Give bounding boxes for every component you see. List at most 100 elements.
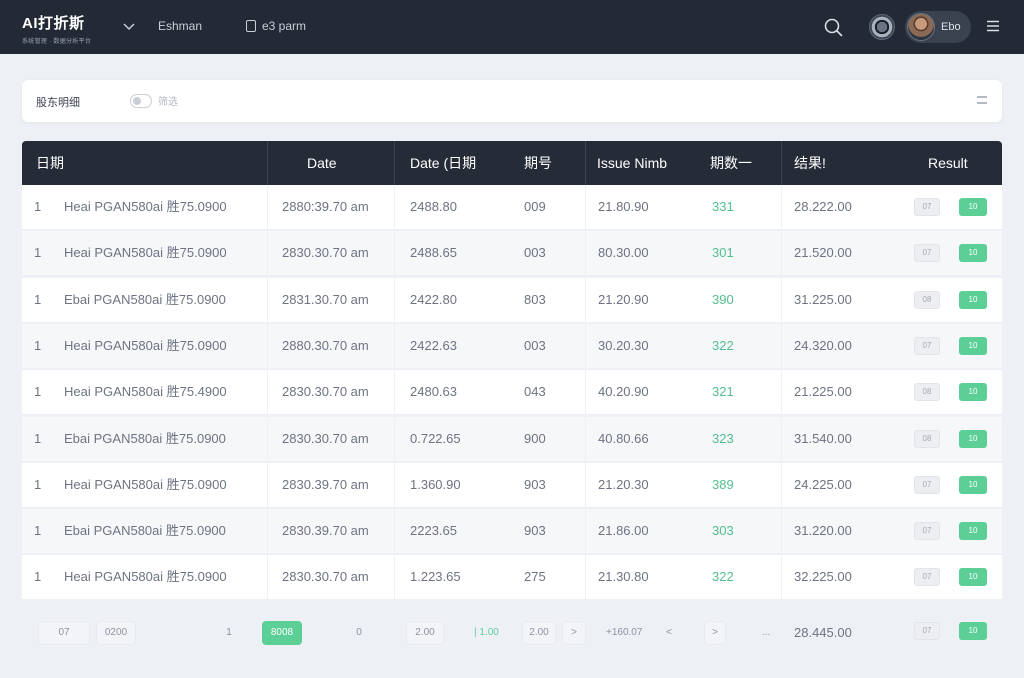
row-issue: 40.80.66 [598,430,649,446]
confirm-button[interactable]: 10 [959,336,987,355]
column-divider [394,231,395,276]
confirm-button[interactable]: 10 [959,568,987,587]
chevron-down-icon[interactable] [122,19,136,33]
confirm-button[interactable]: 10 [959,290,987,309]
table-row[interactable]: 1 Heai PGAN580ai 胜75.4900 2830.30.70 am 248… [22,370,1002,415]
column-header[interactable]: Date [307,141,337,185]
row-index: 1 [34,199,42,214]
page-button-active[interactable]: 8008 [262,621,302,645]
table-row[interactable]: 1 Heai PGAN580ai 胜75.0900 2830.30.70 am 1.2… [22,555,1002,600]
table-row[interactable]: 1 Ebai PGAN580ai 胜75.0900 2830.30.70 am 0.7… [22,416,1002,461]
confirm-button[interactable]: 10 [959,429,987,448]
more-pages-button[interactable]: ... [752,621,780,645]
nav-item-parm[interactable]: e3 parm [246,19,306,33]
table-row[interactable]: 1 Heai PGAN580ai 胜75.0900 2830.30.70 am 248… [22,231,1002,276]
view-button[interactable]: 07 [914,568,940,587]
row-date: 2830.30.70 am [282,245,369,261]
row-number: 900 [524,430,546,446]
nav-item-eshman[interactable]: Eshman [158,19,202,33]
row-count: 389 [712,476,734,492]
page-size-select[interactable]: 07 [38,621,90,645]
row-date: 2830.30.70 am [282,430,369,446]
confirm-button[interactable]: 10 [959,244,987,263]
column-header[interactable]: 结果! [794,141,826,185]
confirm-button[interactable]: 10 [959,198,987,216]
confirm-button[interactable]: 10 [959,475,987,494]
table-row[interactable]: 1 Heai PGAN580ai 胜75.0900 2880:39.70 am 248… [22,185,1002,229]
view-button[interactable]: 08 [914,290,940,309]
column-header[interactable]: 期号 [524,141,552,185]
row-issue: 21.20.90 [598,291,649,307]
next-page-button[interactable]: > [704,621,726,645]
column-divider [781,323,782,368]
view-button[interactable]: 07 [914,336,940,355]
row-name: Ebai PGAN580ai 胜75.0900 [64,430,226,446]
page-button[interactable]: 2.00 [522,621,556,645]
row-number: 003 [524,245,546,261]
column-header[interactable]: 日期 [36,141,64,185]
list-menu-icon[interactable] [976,95,988,105]
row-value: 2480.63 [410,384,457,400]
page-button[interactable]: 2.00 [406,621,444,645]
table-row[interactable]: 1 Ebai PGAN580ai 胜75.0900 2830.39.70 am 222… [22,509,1002,554]
top-navigation-bar: AI打折斯 系统管理 · 数据分析平台 Eshman e3 parm Ebo [0,0,1024,54]
row-index: 1 [34,430,42,446]
column-divider [394,185,395,229]
table-row[interactable]: 1 Ebai PGAN580ai 胜75.0900 2831.30.70 am 242… [22,277,1002,322]
row-issue: 40.20.90 [598,384,649,400]
column-header[interactable]: Issue Nimb [597,141,667,185]
confirm-button[interactable]: 10 [959,622,987,640]
page-jump-input[interactable]: 0200 [96,621,136,645]
row-name: Ebai PGAN580ai 胜75.0900 [64,291,226,307]
column-header[interactable]: Date (日期 [410,141,476,185]
hamburger-menu-icon[interactable] [986,19,1000,33]
view-button[interactable]: 07 [914,244,940,263]
view-button[interactable]: 07 [914,522,940,541]
page-button[interactable] [306,621,340,645]
table-row[interactable]: 1 Heai PGAN580ai 胜75.0900 2880.30.70 am 242… [22,323,1002,368]
column-divider [394,416,395,461]
brand-logo[interactable]: AI打折斯 系统管理 · 数据分析平台 [22,12,118,45]
column-divider [781,141,782,185]
column-divider [781,509,782,554]
column-divider [781,462,782,507]
brand-subtitle: 系统管理 · 数据分析平台 [22,39,92,45]
column-divider [267,323,268,368]
view-button[interactable]: 07 [914,475,940,494]
table-row[interactable]: 1 Heai PGAN580ai 胜75.0900 2830.39.70 am 1.3… [22,462,1002,507]
row-result: 21.520.00 [794,245,852,261]
view-button[interactable]: 07 [914,198,940,216]
filter-toggle[interactable]: 筛选 [130,93,178,108]
row-issue: 21.20.30 [598,476,649,492]
column-divider [394,323,395,368]
page-button[interactable] [174,621,202,645]
row-number: 275 [524,569,546,585]
next-page-button[interactable]: > [562,621,586,645]
data-table: 日期 Date Date (日期 期号 Issue Nimb 期数一 结果! R… [22,141,1002,600]
search-icon[interactable] [822,16,844,38]
row-count: 323 [712,430,734,446]
column-divider [267,416,268,461]
row-count: 390 [712,291,734,307]
column-divider [585,416,586,461]
column-divider [781,555,782,600]
status-avatar[interactable] [869,14,895,40]
prev-page-button[interactable]: < [662,621,676,645]
row-value: 0.722.65 [410,430,461,446]
row-number: 903 [524,523,546,539]
view-button[interactable]: 08 [914,429,940,448]
column-header[interactable]: 期数一 [710,141,752,185]
confirm-button[interactable]: 10 [959,383,987,402]
confirm-button[interactable]: 10 [959,522,987,541]
row-number: 009 [524,199,546,214]
page-button[interactable]: 0 [344,621,374,645]
row-name: Heai PGAN580ai 胜75.0900 [64,337,227,353]
page-button[interactable]: 1 [216,621,242,645]
view-button[interactable]: 07 [914,622,940,640]
user-menu[interactable]: Ebo [905,11,971,43]
page-button[interactable] [728,621,750,645]
view-button[interactable]: 08 [914,383,940,402]
column-header[interactable]: Result [928,141,968,185]
row-date: 2830.30.70 am [282,569,369,585]
row-issue: 21.30.80 [598,569,649,585]
